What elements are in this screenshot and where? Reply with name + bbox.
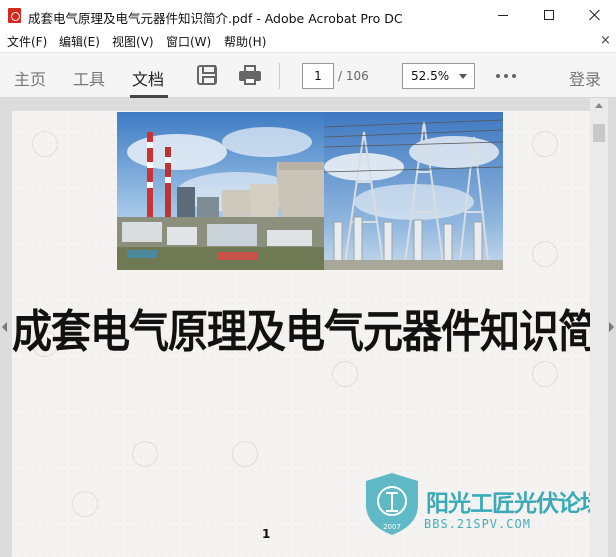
scroll-up-icon[interactable] bbox=[595, 103, 603, 108]
close-icon bbox=[589, 9, 601, 21]
watermark-seal-icon bbox=[332, 361, 358, 387]
watermark-seal-icon bbox=[32, 131, 58, 157]
maximize-icon bbox=[544, 10, 554, 20]
power-plant-photo bbox=[117, 112, 324, 270]
menu-window[interactable]: 窗口(W) bbox=[166, 33, 211, 50]
close-window-button[interactable] bbox=[572, 0, 616, 30]
print-icon[interactable] bbox=[239, 65, 261, 85]
zoom-dropdown[interactable]: 52.5% bbox=[402, 63, 475, 89]
close-document-icon[interactable]: × bbox=[600, 33, 611, 48]
watermark-seal-icon bbox=[72, 491, 98, 517]
forum-url: BBS.21SPV.COM bbox=[424, 517, 531, 531]
watermark-seal-icon bbox=[532, 241, 558, 267]
menu-file[interactable]: 文件(F) bbox=[7, 33, 47, 50]
menu-edit[interactable]: 编辑(E) bbox=[59, 33, 100, 50]
menu-view[interactable]: 视图(V) bbox=[112, 33, 154, 50]
maximize-button[interactable] bbox=[526, 0, 572, 30]
document-viewer[interactable]: 成套电气原理及电气元器件知识简介 2007 阳光工匠光伏论坛 BBS.21SPV… bbox=[0, 98, 616, 557]
chevron-down-icon bbox=[459, 74, 467, 79]
substation-photo bbox=[324, 112, 503, 270]
tab-document[interactable]: 文档 bbox=[132, 66, 164, 90]
tab-home[interactable]: 主页 bbox=[14, 66, 46, 90]
toolbar-divider bbox=[279, 63, 280, 89]
toolbar: 主页 工具 文档 / 106 52.5% 登录 bbox=[0, 52, 616, 98]
pdf-file-icon bbox=[8, 8, 21, 23]
page-total: / 106 bbox=[338, 69, 369, 83]
page-number-input[interactable] bbox=[302, 63, 334, 89]
pdf-page: 成套电气原理及电气元器件知识简介 2007 阳光工匠光伏论坛 BBS.21SPV… bbox=[12, 111, 590, 557]
watermark-seal-icon bbox=[232, 441, 258, 467]
scroll-thumb[interactable] bbox=[593, 124, 605, 142]
menu-help[interactable]: 帮助(H) bbox=[224, 33, 266, 50]
minimize-icon bbox=[498, 14, 508, 16]
window-title: 成套电气原理及电气元器件知识简介.pdf - Adobe Acrobat Pro… bbox=[28, 11, 403, 26]
tab-tools[interactable]: 工具 bbox=[73, 66, 105, 90]
logo-year: 2007 bbox=[383, 523, 401, 531]
forum-logo-icon: 2007 bbox=[364, 471, 420, 537]
vertical-scrollbar[interactable] bbox=[590, 98, 608, 557]
forum-name: 阳光工匠光伏论坛 bbox=[426, 491, 590, 517]
minimize-button[interactable] bbox=[480, 0, 526, 30]
watermark-seal-icon bbox=[532, 131, 558, 157]
menu-bar: 文件(F) 编辑(E) 视图(V) 窗口(W) 帮助(H) × bbox=[0, 30, 616, 52]
zoom-value: 52.5% bbox=[411, 69, 450, 83]
more-icon[interactable] bbox=[496, 74, 516, 78]
slide-title: 成套电气原理及电气元器件知识简介 bbox=[12, 305, 590, 359]
previous-page-arrow-icon[interactable] bbox=[2, 322, 7, 332]
title-bar: 成套电气原理及电气元器件知识简介.pdf - Adobe Acrobat Pro… bbox=[0, 0, 616, 30]
watermark-seal-icon bbox=[132, 441, 158, 467]
watermark-seal-icon bbox=[532, 361, 558, 387]
page-number: 1 bbox=[262, 527, 271, 541]
login-button[interactable]: 登录 bbox=[569, 66, 601, 90]
save-icon[interactable] bbox=[197, 65, 217, 85]
next-page-arrow-icon[interactable] bbox=[609, 322, 614, 332]
